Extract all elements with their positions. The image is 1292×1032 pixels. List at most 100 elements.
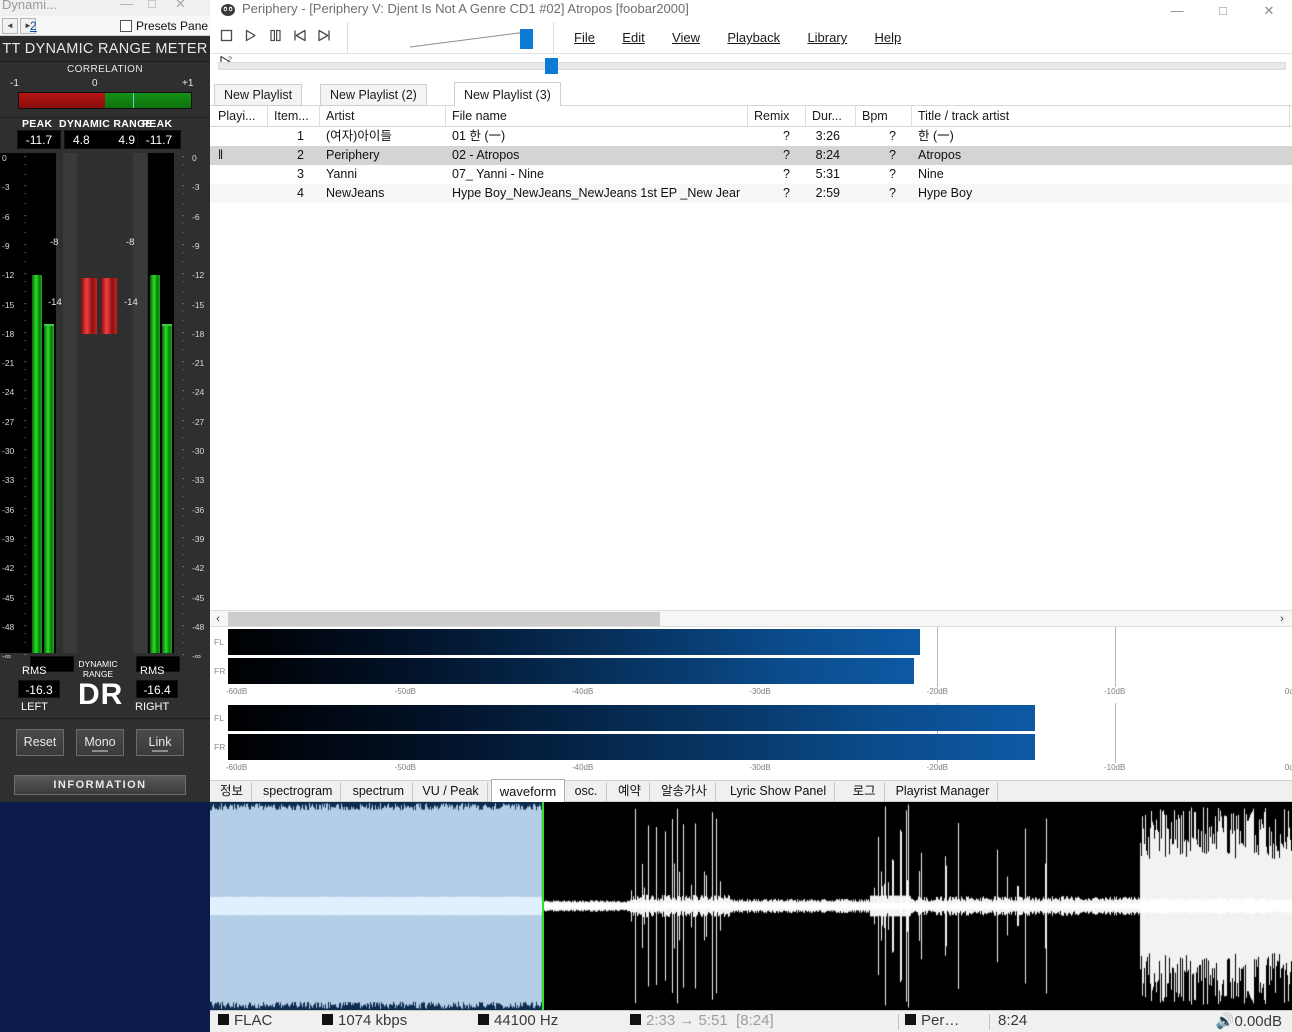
column-header-3[interactable]: File name xyxy=(446,106,748,127)
stop-button[interactable] xyxy=(216,25,237,51)
vis-tab-5[interactable]: osc. xyxy=(567,782,607,802)
minimize-button[interactable]: — xyxy=(1154,0,1200,22)
pause-button[interactable] xyxy=(265,25,286,51)
scale-tick-left: -36 xyxy=(2,504,15,515)
presets-pane-checkbox[interactable] xyxy=(120,20,132,32)
vis-tab-1[interactable]: spectrogram xyxy=(255,782,342,802)
column-header-1[interactable]: Item... xyxy=(268,106,320,127)
scale-minor-tick: - xyxy=(24,259,27,267)
link-button[interactable]: Link xyxy=(136,729,184,756)
vis-tab-0[interactable]: 정보 xyxy=(212,782,253,802)
cell-filename: 02 - Atropos xyxy=(452,148,520,162)
menu-view[interactable]: View xyxy=(660,22,712,54)
menu-playback[interactable]: Playback xyxy=(715,22,792,54)
menu-library[interactable]: Library xyxy=(795,22,859,54)
seek-bar-track[interactable] xyxy=(218,62,1286,70)
maximize-button[interactable]: □ xyxy=(1200,0,1246,22)
table-row[interactable]: ‖ 2 Periphery 02 - Atropos? 8:24? Atropos xyxy=(210,146,1292,165)
bitrate-square-icon xyxy=(322,1014,333,1025)
status-arrow: → xyxy=(679,1012,695,1029)
screen-root: Dynami... — □ ✕ ◄ ► 2 Presets Pane TT DY… xyxy=(0,0,1292,1032)
vis-tab-6[interactable]: 예약 xyxy=(610,782,651,802)
status-volume: 🔊0.00dB xyxy=(1216,1012,1282,1030)
dynamic-range-values: 4.8 4.9 xyxy=(64,130,146,149)
column-header-5[interactable]: Dur... xyxy=(806,106,856,127)
status-volume-label: 0.00dB xyxy=(1234,1013,1282,1030)
scale-tick-right: -15 xyxy=(192,299,205,310)
status-samplerate: 44100 Hz xyxy=(478,1012,558,1029)
scale-dash-right: - xyxy=(182,152,185,161)
cell-filename: 01 한 (一) xyxy=(452,129,506,143)
dr-maximize-icon[interactable]: □ xyxy=(148,0,156,11)
vis-tab-7[interactable]: 알송가사 xyxy=(653,782,717,802)
column-header-2[interactable]: Artist xyxy=(320,106,446,127)
vis-tab-3[interactable]: VU / Peak xyxy=(414,782,488,802)
scale-dash-left: - xyxy=(24,620,27,630)
scale-dash-left: - xyxy=(24,386,27,396)
scale-tick-right: 0 xyxy=(192,153,197,163)
waveform-display[interactable] xyxy=(210,802,1292,1010)
table-row[interactable]: 1 (여자)아이들 01 한 (一)? 3:26? 한 (一) xyxy=(210,127,1292,146)
time-square-icon xyxy=(630,1014,641,1025)
scale-tick-left: -12 xyxy=(2,270,15,281)
dr-close-icon[interactable]: ✕ xyxy=(175,0,186,12)
column-header-6[interactable]: Bpm xyxy=(856,106,912,127)
column-header-4[interactable]: Remix xyxy=(748,106,806,127)
waveform-playback-cursor[interactable] xyxy=(542,802,544,1010)
playlist-tab-1[interactable]: New Playlist xyxy=(214,84,303,106)
scale-tick-right: -3 xyxy=(192,182,200,193)
mono-button[interactable]: Mono xyxy=(76,729,124,756)
vis-tab-9[interactable]: 로그 xyxy=(845,782,885,802)
seek-bar[interactable] xyxy=(218,58,1286,74)
menu-file[interactable]: File xyxy=(562,22,607,54)
reset-button[interactable]: Reset xyxy=(16,729,64,756)
scale-minor-tick: - xyxy=(24,552,27,560)
menu-edit[interactable]: Edit xyxy=(610,22,656,54)
scale-minor-tick: - xyxy=(182,259,185,267)
vis-tab-10[interactable]: Playrist Manager xyxy=(888,782,999,802)
scale-tick-left: -42 xyxy=(2,563,15,574)
preset-number-link[interactable]: 2 xyxy=(30,19,37,33)
menu-help[interactable]: Help xyxy=(863,22,914,54)
scale-tick-left: -45 xyxy=(2,592,15,603)
vis-tab-8[interactable]: Lyric Show Panel xyxy=(722,782,836,802)
playlist-tab-3[interactable]: New Playlist (3) xyxy=(454,82,561,107)
vis-tab-4[interactable]: waveform xyxy=(490,779,566,803)
spectrum-gridline xyxy=(1114,703,1116,763)
scale-dash-left: - xyxy=(24,298,27,308)
scale-dash-left: - xyxy=(24,357,27,367)
playlist-horizontal-scrollbar[interactable]: ‹ › xyxy=(210,610,1292,627)
cell-artist: NewJeans xyxy=(326,186,385,200)
link-led-indicator xyxy=(152,750,168,752)
playlist-column-header: Playi... Item... Artist File name Remix Dur..… xyxy=(210,106,1292,127)
rms-left-label: RMS xyxy=(22,665,47,677)
volume-slider[interactable] xyxy=(408,22,554,54)
close-button[interactable]: ✕ xyxy=(1246,0,1292,22)
scale-tick-right: -36 xyxy=(192,504,205,515)
meter-bar-left-peak xyxy=(32,275,42,653)
table-row[interactable]: 4 NewJeans Hype Boy_NewJeans_NewJeans 1st … xyxy=(210,184,1292,203)
play-button[interactable] xyxy=(240,25,261,51)
scroll-right-arrow[interactable]: › xyxy=(1274,611,1290,627)
table-row[interactable]: 3 Yanni 07_ Yanni - Nine? 5:31? Nine xyxy=(210,165,1292,184)
cell-bpm: ? xyxy=(889,129,896,143)
information-button[interactable]: INFORMATION xyxy=(14,775,186,795)
spectrum-bar-fl xyxy=(228,705,1035,731)
seek-bar-knob[interactable] xyxy=(545,58,558,74)
playlist-tab-2[interactable]: New Playlist (2) xyxy=(320,84,427,106)
cell-artist: (여자)아이들 xyxy=(326,129,392,143)
column-header-0[interactable]: Playi... xyxy=(212,106,268,127)
scroll-left-arrow[interactable]: ‹ xyxy=(210,611,226,627)
nav-back-button[interactable]: ◄ xyxy=(2,18,18,34)
vis-tab-2[interactable]: spectrum xyxy=(345,782,413,802)
dr-minimize-icon[interactable]: — xyxy=(120,0,133,11)
cell-title: 한 (一) xyxy=(918,129,954,143)
scrollbar-thumb[interactable] xyxy=(228,612,660,626)
column-header-7[interactable]: Title / track artist xyxy=(912,106,1290,127)
next-button[interactable] xyxy=(313,25,334,51)
scale-minor-tick: - xyxy=(182,523,185,531)
volume-slider-knob[interactable] xyxy=(520,29,533,49)
menu-view-label: View xyxy=(672,30,700,45)
scale-tick-right: -6 xyxy=(192,211,200,222)
previous-button[interactable] xyxy=(289,25,310,51)
